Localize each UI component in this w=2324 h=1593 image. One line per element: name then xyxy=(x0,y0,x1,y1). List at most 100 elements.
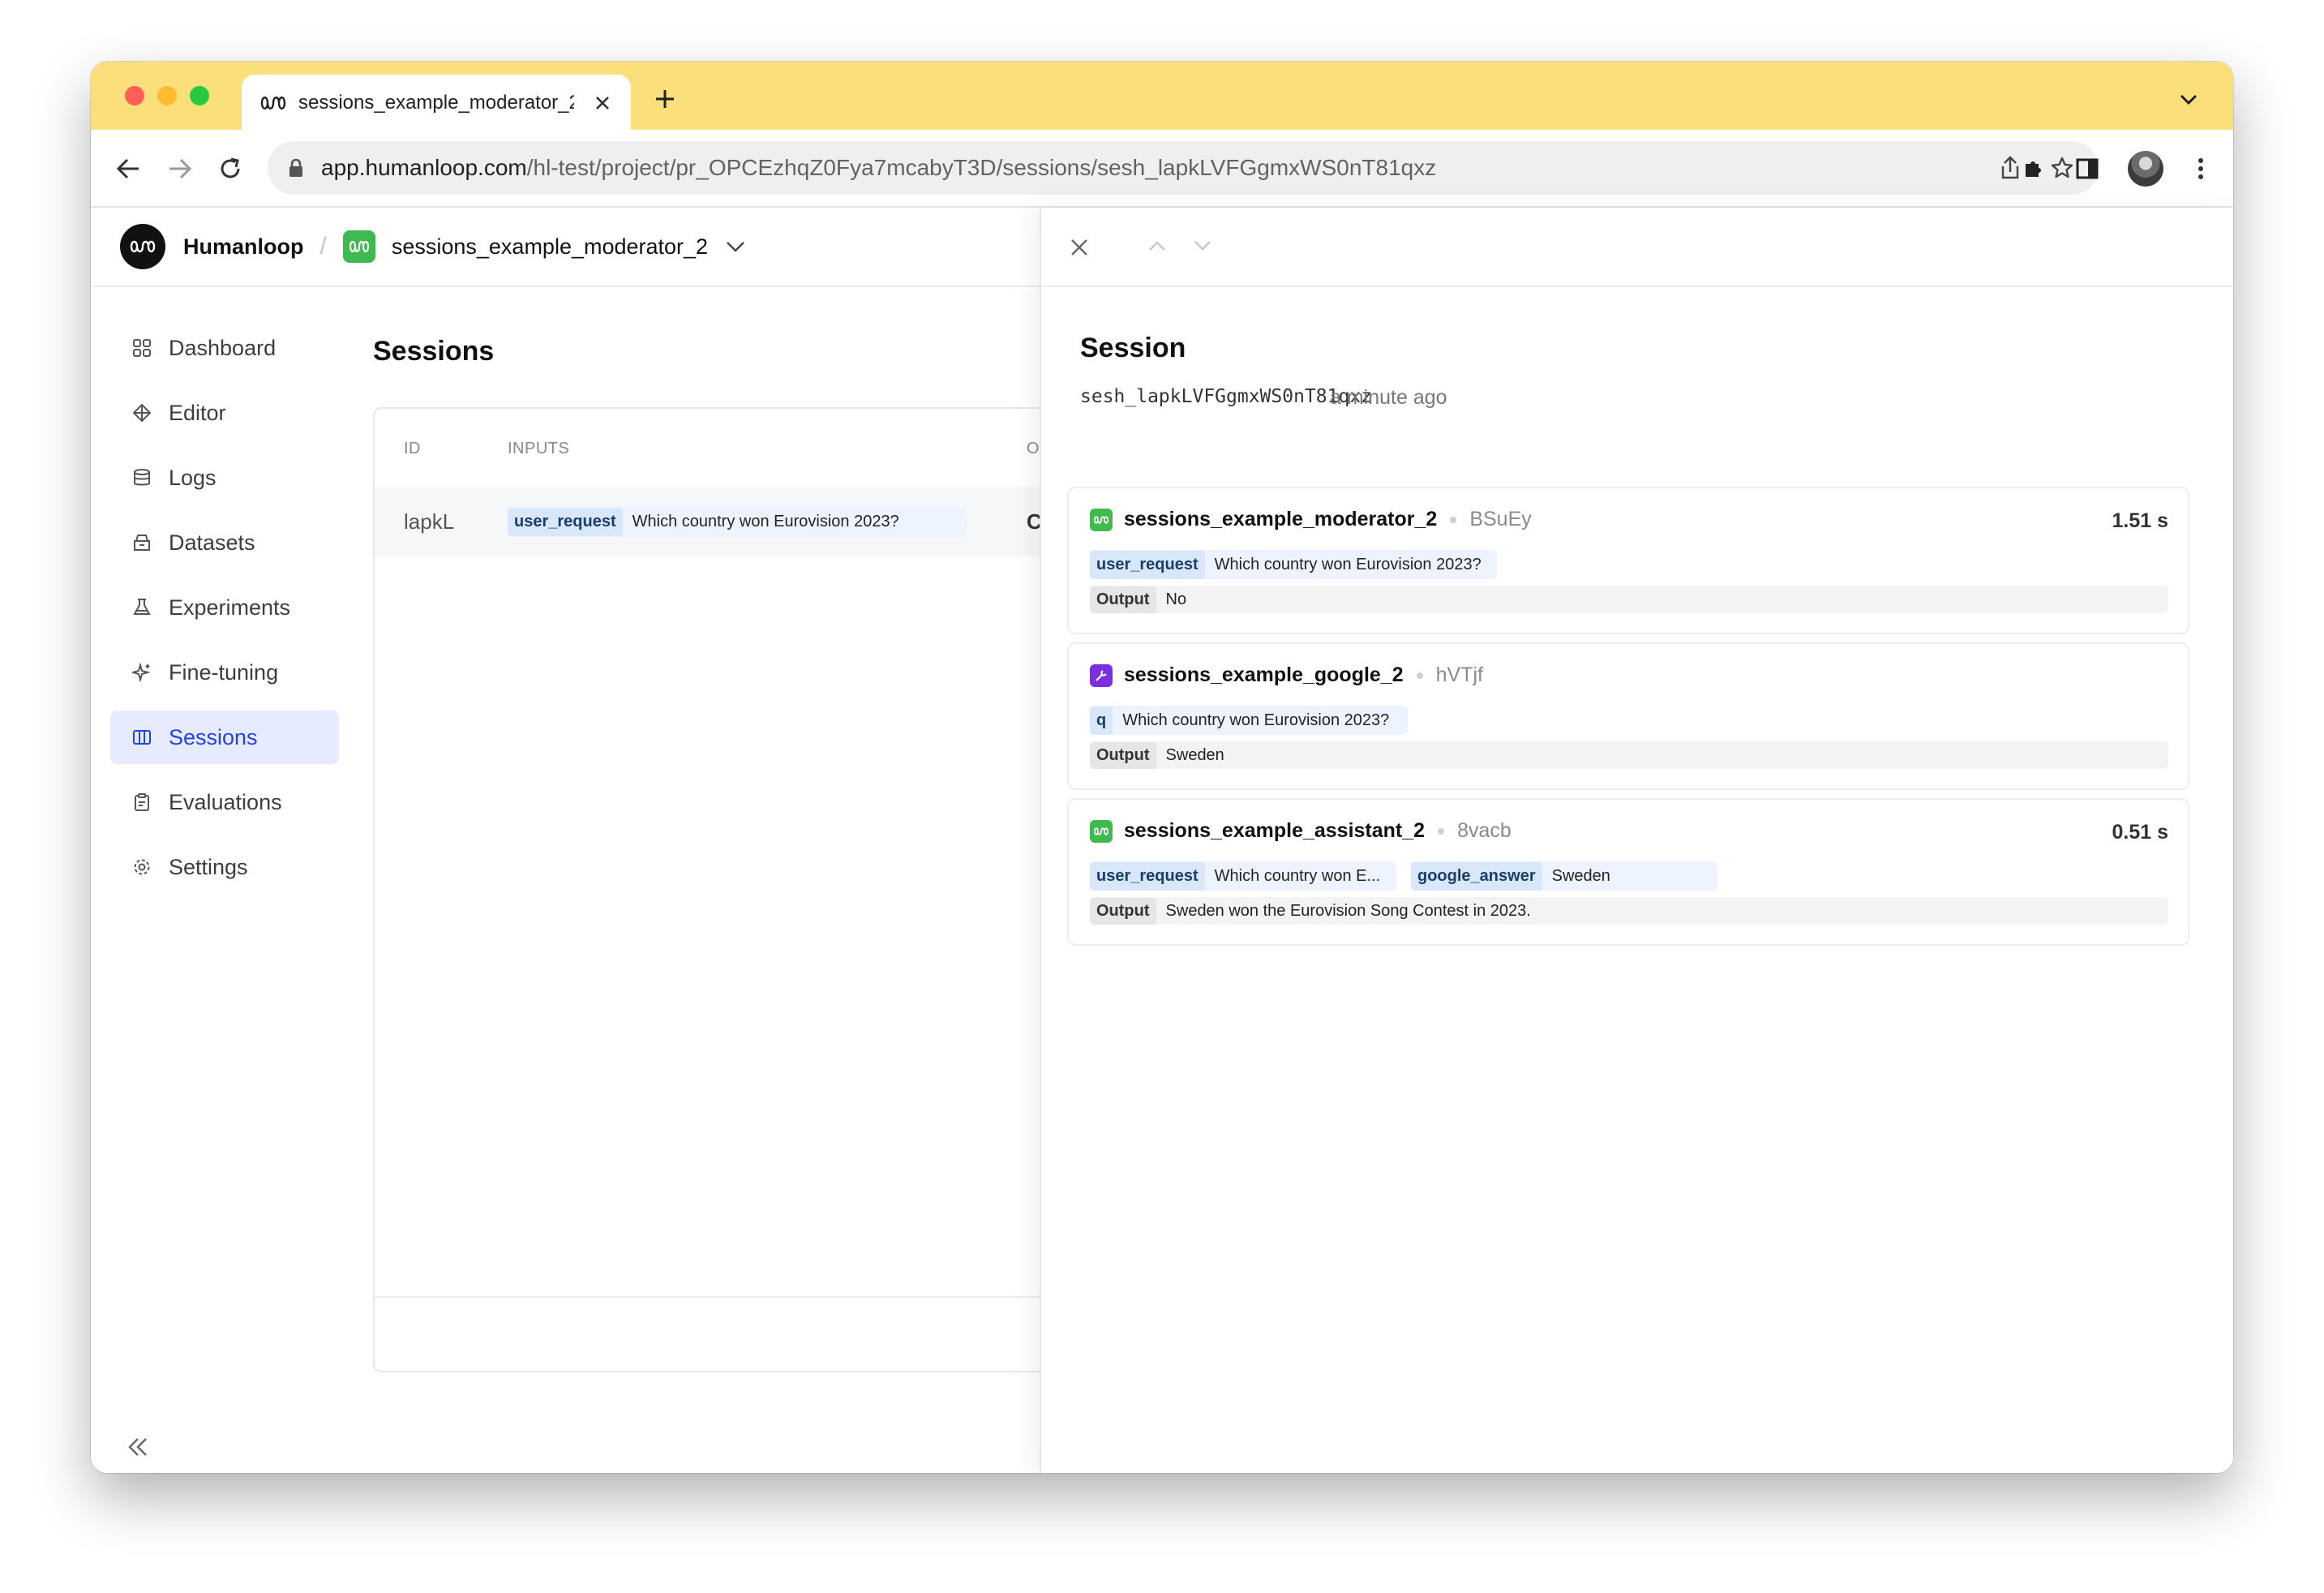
sessions-table: ID INPUTS O lapkL user_request Which cou… xyxy=(373,407,1046,1372)
session-log-card[interactable]: sessions_example_assistant_2 8vacb 0.51 … xyxy=(1067,798,2189,946)
clipboard-icon xyxy=(131,792,152,813)
browser-tab[interactable]: sessions_example_moderator_2 xyxy=(242,75,631,131)
input-key-chip: user_request xyxy=(1090,861,1205,891)
menu-dots-icon[interactable] xyxy=(2185,152,2217,185)
address-bar[interactable]: app.humanloop.com/hl-test/project/pr_OPC… xyxy=(268,141,2099,195)
log-short-id: BSuEy xyxy=(1469,508,1532,530)
new-tab-plus-icon[interactable] xyxy=(650,84,680,114)
browser-toolbar: app.humanloop.com/hl-test/project/pr_OPC… xyxy=(91,130,2233,208)
humanloop-logo-icon[interactable] xyxy=(120,224,165,269)
collapse-sidebar-chevrons-left-icon[interactable] xyxy=(123,1432,152,1462)
session-log-card[interactable]: sessions_example_moderator_2 BSuEy 1.51 … xyxy=(1067,487,2189,634)
sidebar-item-label: Evaluations xyxy=(169,789,282,814)
inputs-cell: user_request Which country won Eurovisio… xyxy=(508,506,967,537)
session-timestamp: a minute ago xyxy=(1330,386,1447,409)
output-label: Output xyxy=(1090,741,1156,769)
sidebar-item-label: Editor xyxy=(169,400,226,425)
log-duration: 0.51 s xyxy=(2112,821,2168,844)
lock-icon xyxy=(289,157,307,178)
sidebar-item-label: Logs xyxy=(169,465,217,490)
input-chip: q Which country won Eurovision 2023? xyxy=(1090,706,1408,735)
log-short-id: hVTjf xyxy=(1435,663,1483,686)
brand-name[interactable]: Humanloop xyxy=(183,234,304,260)
separator-dot xyxy=(1438,827,1445,835)
input-key-chip: user_request xyxy=(508,507,623,536)
log-header: sessions_example_moderator_2 BSuEy xyxy=(1090,508,1532,531)
session-log-card[interactable]: sessions_example_google_2 hVTjf q Which … xyxy=(1067,642,2189,790)
log-output: Output Sweden xyxy=(1090,741,2168,769)
drawer-toolbar xyxy=(1041,208,2233,287)
prompt-icon xyxy=(1090,819,1113,843)
separator-dot xyxy=(1416,672,1423,679)
sidebar-item-label: Dashboard xyxy=(169,335,277,360)
sidebar-item-evaluations[interactable]: Evaluations xyxy=(110,775,339,829)
project-chevron-down-icon[interactable] xyxy=(726,235,748,258)
tab-strip: sessions_example_moderator_2 xyxy=(91,62,2233,131)
sidebar-item-label: Sessions xyxy=(169,724,258,749)
url-path: /hl-test/project/pr_OPCEzhqZ0Fya7mcabyT3… xyxy=(526,155,1437,180)
log-output: Output Sweden won the Eurovision Song Co… xyxy=(1090,897,2168,925)
browser-window: sessions_example_moderator_2 app.humanlo… xyxy=(91,62,2233,1473)
sidebar-item-settings[interactable]: Settings xyxy=(110,840,339,894)
page-title: Sessions xyxy=(373,336,495,367)
input-value: Which country won Eurovision 2023? xyxy=(1122,711,1390,729)
close-drawer-icon[interactable] xyxy=(1066,234,1093,261)
log-name[interactable]: sessions_example_moderator_2 xyxy=(1124,508,1437,531)
input-value: Which country won Eurovision 2023? xyxy=(632,512,899,530)
output-value: Sweden won the Eurovision Song Contest i… xyxy=(1165,901,1531,920)
extensions-puzzle-icon[interactable] xyxy=(2017,152,2050,185)
input-chip: google_answer Sweden xyxy=(1411,861,1717,891)
sidebar-item-logs[interactable]: Logs xyxy=(110,451,339,505)
sidebar-item-experiments[interactable]: Experiments xyxy=(110,581,339,634)
close-window-button[interactable] xyxy=(125,86,144,105)
sidebar-item-label: Datasets xyxy=(169,530,255,555)
app-header: Humanloop / sessions_example_moderator_2 xyxy=(91,208,1040,287)
tool-wrench-icon xyxy=(1090,663,1113,687)
input-value: Which country won E... xyxy=(1214,866,1381,885)
session-title: Session xyxy=(1080,333,1186,363)
sidebar-item-sessions[interactable]: Sessions xyxy=(110,711,339,764)
sidebar-item-dashboard[interactable]: Dashboard xyxy=(110,321,339,375)
tab-search-chevron-down-icon[interactable] xyxy=(2176,88,2201,112)
log-header: sessions_example_google_2 hVTjf xyxy=(1090,663,1483,687)
sidebar-item-label: Settings xyxy=(169,854,248,879)
output-value: Sweden xyxy=(1165,745,1224,764)
column-header-inputs[interactable]: INPUTS xyxy=(508,440,569,458)
tab-title: sessions_example_moderator_2 xyxy=(298,92,574,114)
input-key-chip: user_request xyxy=(1090,550,1205,579)
sidebar-item-fine-tuning[interactable]: Fine-tuning xyxy=(110,646,339,699)
column-header-id[interactable]: ID xyxy=(404,440,421,458)
next-chevron-down-icon[interactable] xyxy=(1190,234,1215,258)
sidebar-item-label: Experiments xyxy=(169,595,291,620)
sidebar-item-label: Fine-tuning xyxy=(169,659,279,685)
session-id-cell: lapkL xyxy=(404,509,455,534)
minimize-window-button[interactable] xyxy=(157,86,177,105)
side-panel-icon[interactable] xyxy=(2071,152,2103,185)
log-short-id: 8vacb xyxy=(1457,819,1511,842)
column-header-output-cut[interactable]: O xyxy=(1027,440,1040,458)
log-inputs: q Which country won Eurovision 2023? xyxy=(1090,706,1422,735)
project-name[interactable]: sessions_example_moderator_2 xyxy=(392,234,708,260)
input-value: Sweden xyxy=(1551,866,1610,885)
separator-dot xyxy=(1450,516,1457,523)
table-footer-divider xyxy=(375,1296,1044,1298)
project-icon xyxy=(342,230,375,263)
reload-icon[interactable] xyxy=(214,152,247,185)
session-id[interactable]: sesh_lapkLVFGgmxWS0nT81qxz xyxy=(1080,386,1372,407)
previous-chevron-up-icon[interactable] xyxy=(1145,234,1169,258)
back-arrow-icon[interactable] xyxy=(112,152,144,185)
table-row[interactable]: lapkL user_request Which country won Eur… xyxy=(375,487,1044,556)
database-icon xyxy=(131,467,152,488)
humanloop-app: Humanloop / sessions_example_moderator_2… xyxy=(91,208,2233,1473)
gear-icon xyxy=(131,857,152,878)
grid-icon xyxy=(131,337,152,359)
log-name[interactable]: sessions_example_assistant_2 xyxy=(1124,819,1425,843)
sidebar-item-datasets[interactable]: Datasets xyxy=(110,516,339,569)
maximize-window-button[interactable] xyxy=(190,86,209,105)
input-key-chip: q xyxy=(1090,706,1113,735)
tab-close-icon[interactable] xyxy=(590,91,615,115)
forward-arrow-icon[interactable] xyxy=(164,152,196,185)
profile-avatar[interactable] xyxy=(2128,151,2163,187)
sidebar-item-editor[interactable]: Editor xyxy=(110,386,339,440)
log-name[interactable]: sessions_example_google_2 xyxy=(1124,663,1404,687)
